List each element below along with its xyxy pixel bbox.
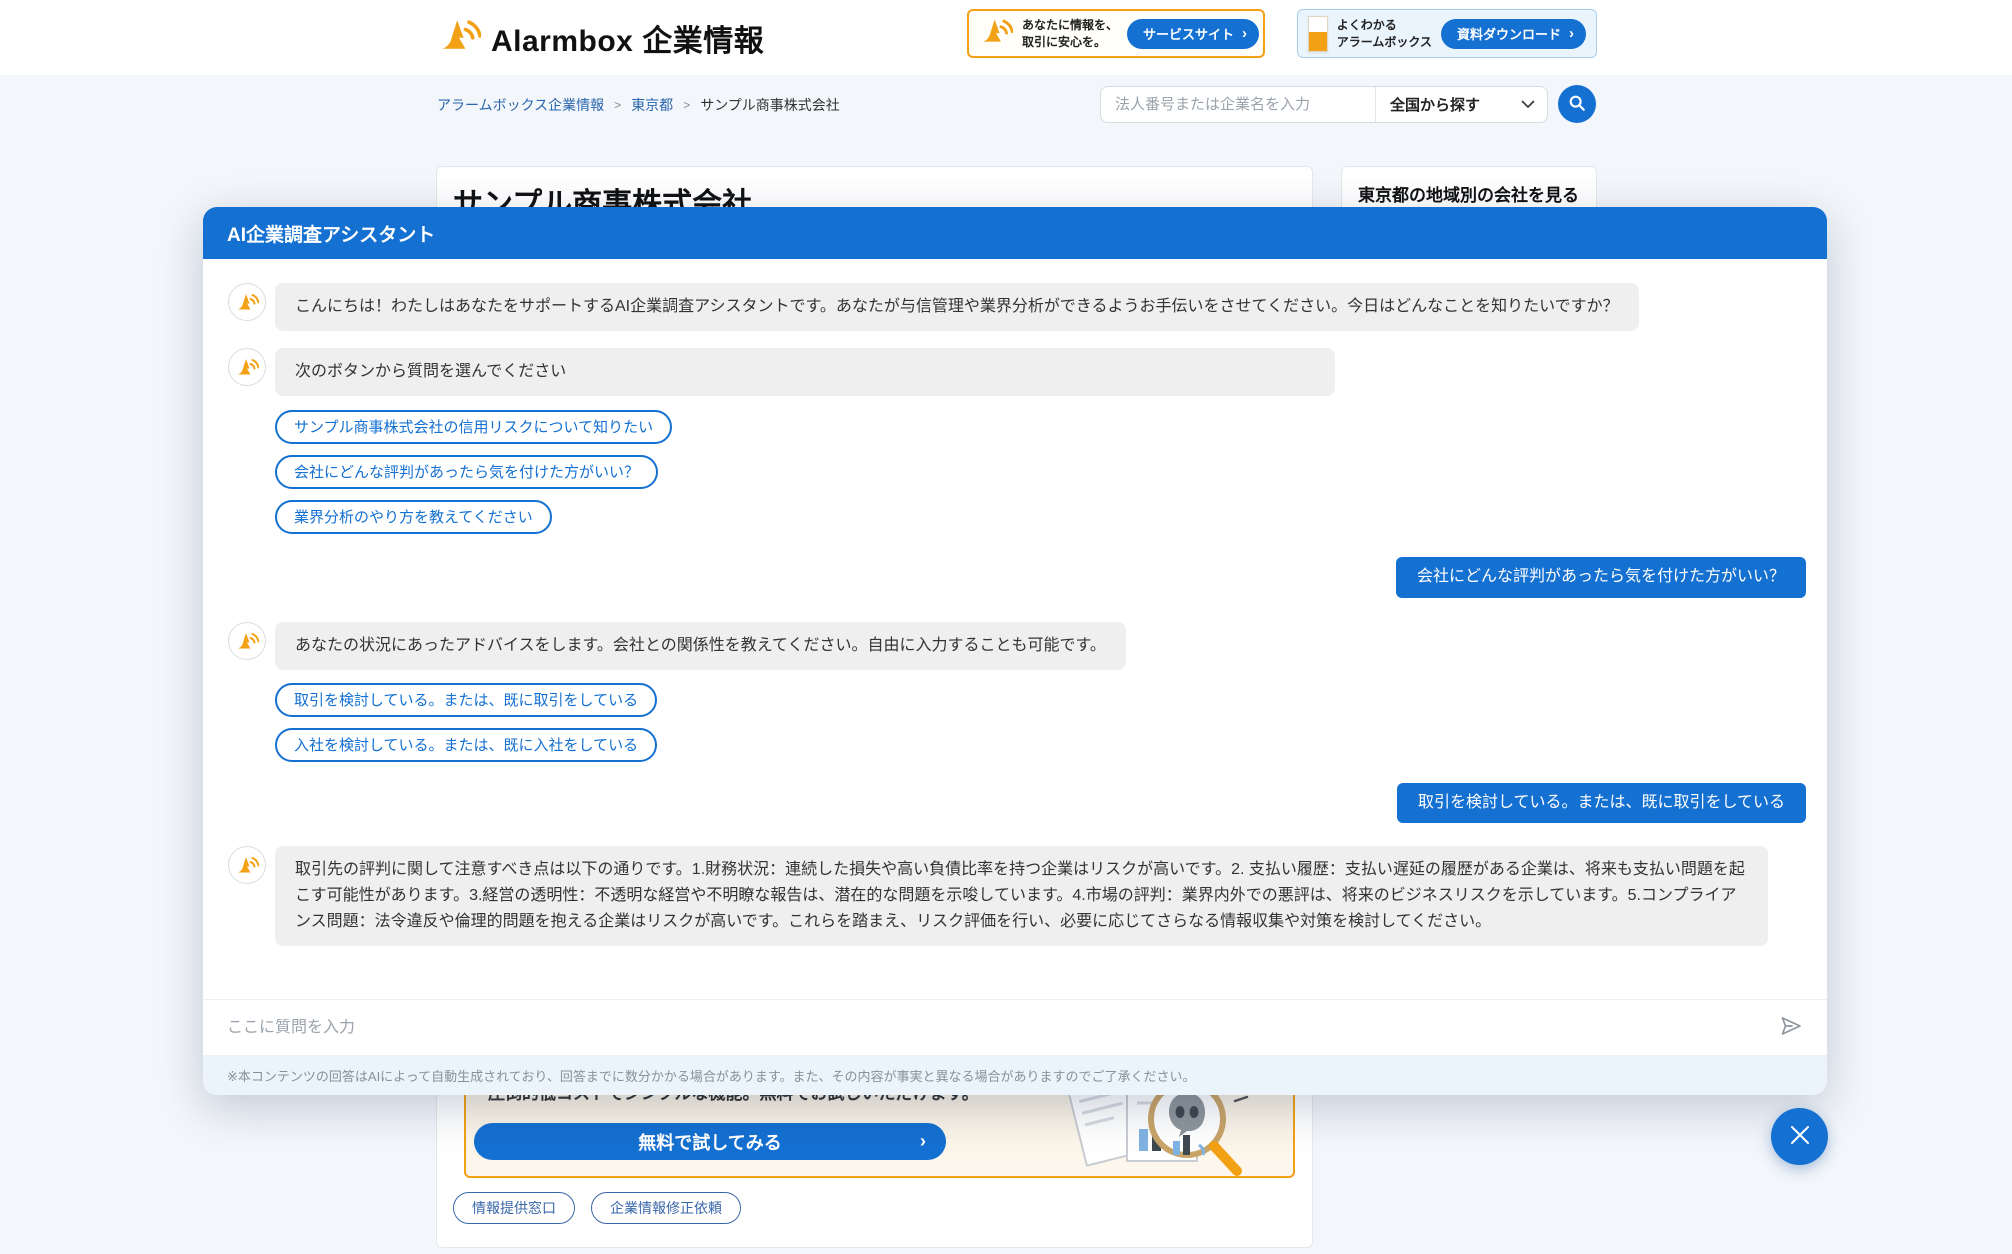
assistant-avatar — [228, 348, 266, 386]
alarmbox-mini-icon — [979, 15, 1013, 52]
assistant-avatar — [228, 846, 266, 884]
chevron-right-icon: › — [1569, 25, 1574, 42]
service-banner-caption: あなたに情報を、 取引に安心を。 — [1022, 17, 1118, 49]
download-banner[interactable]: よくわかる アラームボックス 資料ダウンロード › — [1297, 9, 1597, 58]
option-doing-business[interactable]: 取引を検討している。または、既に取引をしている — [275, 683, 657, 717]
breadcrumb-row: アラームボックス企業情報 > 東京都 > サンプル商事株式会社 全国から探す — [0, 75, 2012, 130]
option-joining-company[interactable]: 入社を検討している。または、既に入社をしている — [275, 728, 657, 762]
ai-assistant-modal: AI企業調査アシスタント こんにちは！わたしはあなたをサポートするAI企業調査ア… — [203, 207, 1827, 1095]
chevron-down-icon — [1521, 96, 1535, 114]
service-site-button[interactable]: サービスサイト › — [1127, 19, 1259, 49]
bot-message: こんにちは！わたしはあなたをサポートするAI企業調査アシスタントです。あなたが与… — [275, 283, 1639, 331]
info-desk-button[interactable]: 情報提供窓口 — [453, 1192, 575, 1224]
breadcrumb-link-home[interactable]: アラームボックス企業情報 — [437, 95, 604, 115]
service-site-banner[interactable]: あなたに情報を、 取引に安心を。 サービスサイト › — [967, 9, 1265, 58]
close-assistant-button[interactable] — [1771, 1108, 1828, 1165]
modal-title: AI企業調査アシスタント — [227, 220, 435, 247]
download-button[interactable]: 資料ダウンロード › — [1441, 19, 1586, 49]
close-icon — [1787, 1122, 1813, 1151]
breadcrumb-separator: > — [614, 98, 621, 112]
bot-message: 取引先の評判に関して注意すべき点は以下の通りです。1.財務状況：連続した損失や高… — [275, 846, 1768, 946]
bot-message-row: あなたの状況にあったアドバイスをします。会社との関係性を教えてください。自由に入… — [228, 622, 1806, 670]
chat-input-row — [203, 999, 1827, 1055]
breadcrumb: アラームボックス企業情報 > 東京都 > サンプル商事株式会社 — [437, 95, 840, 115]
option-reputation[interactable]: 会社にどんな評判があったら気を付けた方がいい？ — [275, 455, 658, 489]
bot-message-row: 次のボタンから質問を選んでください — [228, 348, 1806, 396]
search-button[interactable] — [1558, 85, 1596, 123]
option-industry-analysis[interactable]: 業界分析のやり方を教えてください — [275, 500, 552, 534]
assistant-avatar — [228, 622, 266, 660]
user-message-row: 会社にどんな評判があったら気を付けた方がいい？ — [228, 557, 1806, 598]
site-header: Alarmbox 企業情報 あなたに情報を、 取引に安心を。 サービスサイト ›… — [0, 0, 2012, 75]
region-select[interactable]: 全国から探す — [1375, 87, 1547, 122]
bot-message-row: 取引先の評判に関して注意すべき点は以下の通りです。1.財務状況：連続した損失や高… — [228, 846, 1806, 946]
assistant-avatar — [228, 283, 266, 321]
breadcrumb-separator: > — [683, 98, 690, 112]
chevron-right-icon: › — [1242, 25, 1247, 42]
chat-area: こんにちは！わたしはあなたをサポートするAI企業調査アシスタントです。あなたが与… — [203, 259, 1827, 999]
modal-disclaimer-bar: ※本コンテンツの回答はAIによって自動生成されており、回答までに数分かかる場合が… — [203, 1055, 1827, 1095]
user-message-row: 取引を検討している。または、既に取引をしている — [228, 783, 1806, 824]
breadcrumb-link-tokyo[interactable]: 東京都 — [631, 95, 673, 115]
alarmbox-logo-icon — [437, 15, 481, 60]
send-icon — [1779, 1014, 1803, 1041]
site-logo[interactable]: Alarmbox 企業情報 — [437, 15, 764, 60]
bot-message: 次のボタンから質問を選んでください — [275, 348, 1335, 396]
bot-message-row: こんにちは！わたしはあなたをサポートするAI企業調査アシスタントです。あなたが与… — [228, 283, 1806, 331]
option-credit-risk[interactable]: サンプル商事株式会社の信用リスクについて知りたい — [275, 410, 672, 444]
user-message: 会社にどんな評判があったら気を付けた方がいい？ — [1396, 557, 1806, 598]
send-button[interactable] — [1779, 1014, 1803, 1041]
chat-input[interactable] — [227, 1019, 1767, 1037]
bot-message: あなたの状況にあったアドバイスをします。会社との関係性を教えてください。自由に入… — [275, 622, 1126, 670]
download-banner-caption: よくわかる アラームボックス — [1337, 17, 1432, 49]
company-search-input[interactable] — [1101, 96, 1375, 113]
chevron-right-icon: › — [920, 1131, 926, 1152]
search-icon — [1568, 94, 1586, 115]
free-trial-button[interactable]: 無料で試してみる › — [474, 1123, 946, 1160]
disclaimer-text: ※本コンテンツの回答はAIによって自動生成されており、回答までに数分かかる場合が… — [227, 1066, 1196, 1085]
question-options-group-1: サンプル商事株式会社の信用リスクについて知りたい 会社にどんな評判があったら気を… — [275, 410, 1806, 534]
user-message: 取引を検討している。または、既に取引をしている — [1397, 783, 1806, 824]
document-icon — [1308, 16, 1328, 52]
card-footer-buttons: 情報提供窓口 企業情報修正依頼 — [453, 1192, 741, 1224]
breadcrumb-current: サンプル商事株式会社 — [700, 95, 840, 115]
modal-header: AI企業調査アシスタント — [203, 207, 1827, 259]
relation-options-group: 取引を検討している。または、既に取引をしている 入社を検討している。または、既に… — [275, 683, 1806, 762]
company-search-box: 全国から探す — [1100, 86, 1548, 123]
site-logo-text: Alarmbox 企業情報 — [491, 16, 764, 60]
correction-request-button[interactable]: 企業情報修正依頼 — [591, 1192, 741, 1224]
